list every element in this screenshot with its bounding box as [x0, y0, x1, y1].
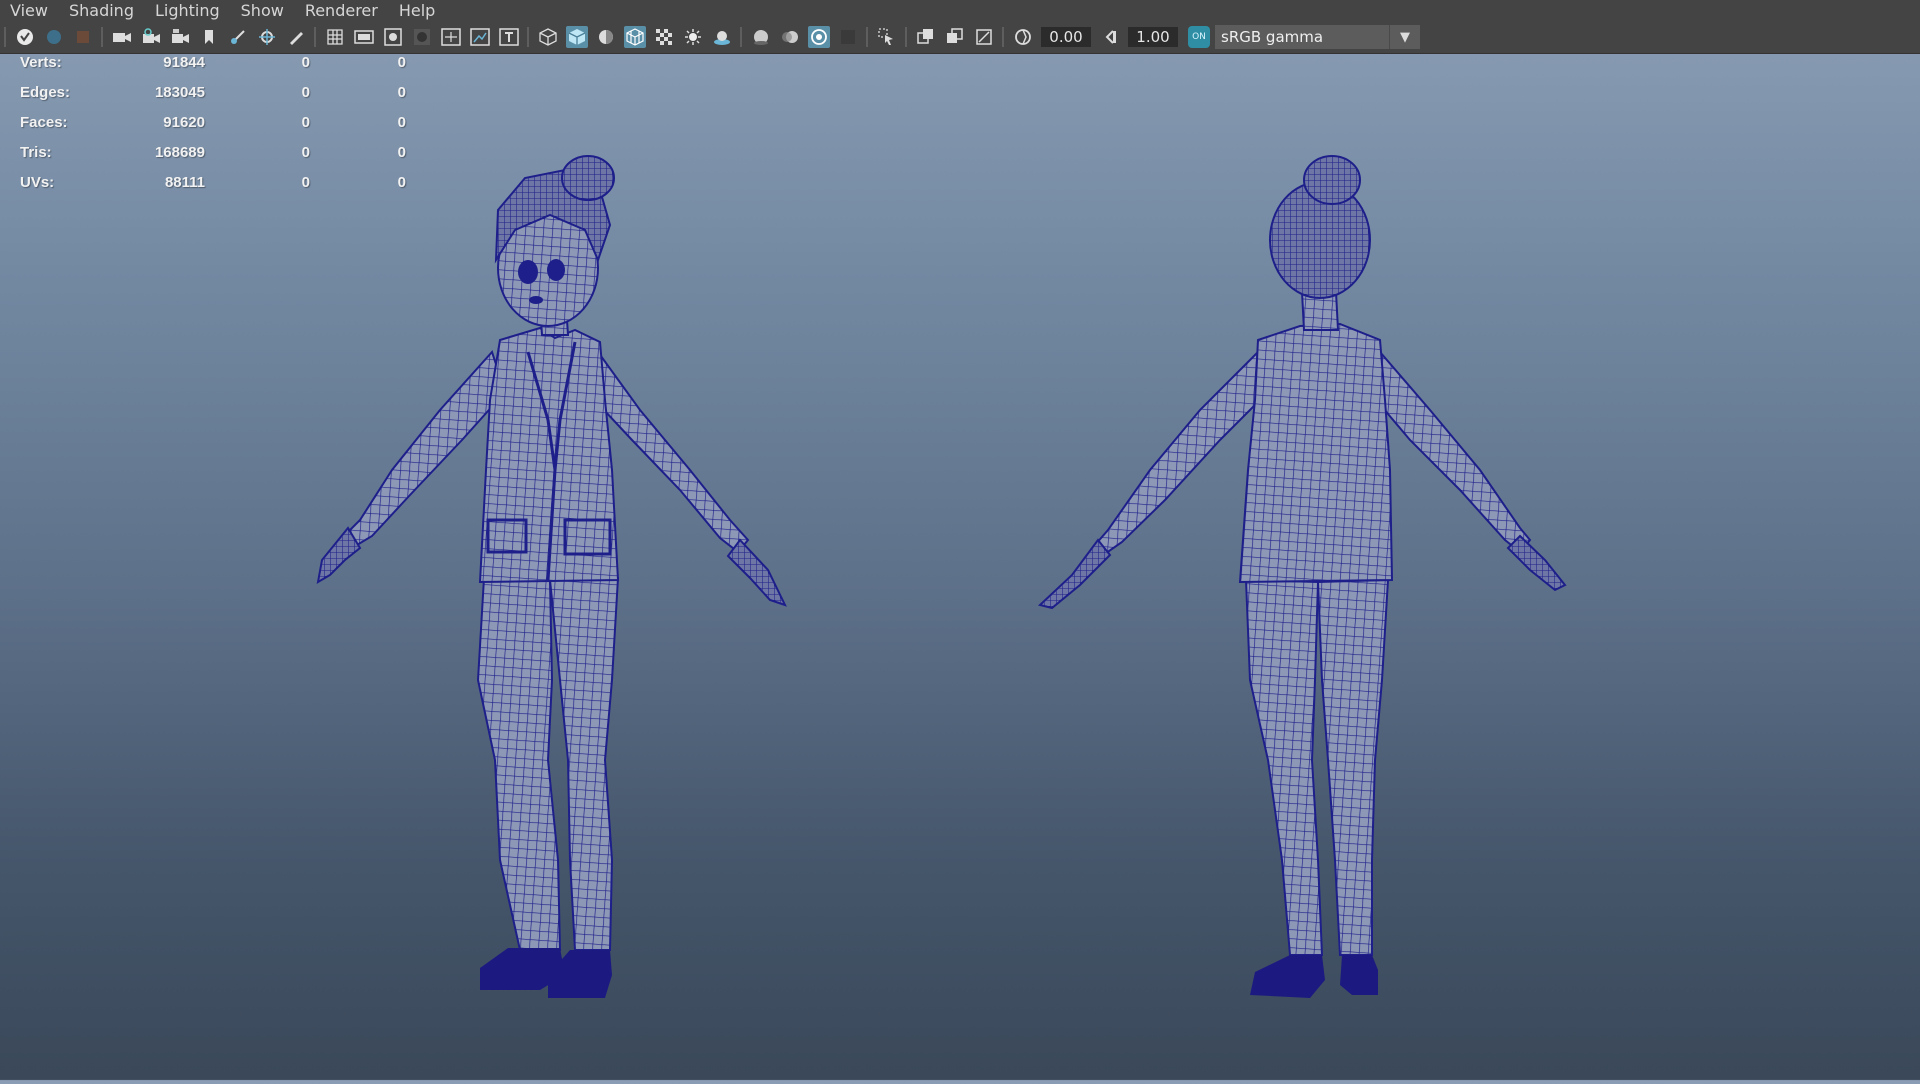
toolbar-separator	[314, 27, 316, 47]
poly-count-hud: Verts: 91844 0 0 Edges: 183045 0 0 Faces…	[20, 54, 406, 204]
menu-bar: View Shading Lighting Show Renderer Help	[0, 0, 1920, 21]
hud-value: 183045	[154, 84, 205, 101]
grease-pencil-icon[interactable]	[285, 26, 307, 48]
field-chart-icon[interactable]	[440, 26, 462, 48]
hud-value: 88111	[164, 174, 205, 191]
camera-icon[interactable]	[111, 26, 133, 48]
xray-joints-icon[interactable]	[973, 26, 995, 48]
hud-value: 0	[301, 54, 310, 71]
hud-value: 168689	[154, 144, 205, 161]
menu-lighting[interactable]: Lighting	[145, 0, 231, 21]
toolbar-separator	[905, 27, 907, 47]
viewport-scene	[316, 155, 1567, 998]
hud-value: 0	[397, 174, 406, 191]
menu-shading[interactable]: Shading	[59, 0, 145, 21]
hud-value: 0	[397, 114, 406, 131]
chevron-down-icon[interactable]: ▼	[1389, 25, 1420, 49]
default-material-icon[interactable]	[595, 26, 617, 48]
toolbar-separator	[101, 27, 103, 47]
character-model-back[interactable]	[1037, 155, 1567, 998]
hud-value: 0	[397, 144, 406, 161]
bookmark-icon[interactable]	[72, 26, 94, 48]
character-model-front[interactable]	[316, 155, 787, 998]
ambient-occlusion-icon[interactable]	[750, 26, 772, 48]
color-management-toggle[interactable]: ON	[1188, 26, 1210, 48]
toolbar-separator	[740, 27, 742, 47]
wireframe-on-shaded-icon[interactable]	[624, 26, 646, 48]
hud-row-faces: Faces: 91620 0 0	[20, 114, 406, 144]
image-plane-icon[interactable]	[227, 26, 249, 48]
film-gate-icon[interactable]	[353, 26, 375, 48]
gamma-icon[interactable]	[1099, 26, 1121, 48]
hud-row-verts: Verts: 91844 0 0	[20, 54, 406, 84]
hud-row-tris: Tris: 168689 0 0	[20, 144, 406, 174]
smooth-shade-icon[interactable]	[566, 26, 588, 48]
resolution-gate-icon[interactable]	[382, 26, 404, 48]
xray-active-components-icon[interactable]	[944, 26, 966, 48]
panel-toolbar: 0.00 1.00 ON sRGB gamma ▼	[0, 21, 1920, 54]
anti-aliasing-icon[interactable]	[808, 26, 830, 48]
hud-label: Faces:	[20, 114, 68, 131]
hud-value: 0	[301, 174, 310, 191]
hud-value: 0	[397, 84, 406, 101]
safe-title-icon[interactable]	[498, 26, 520, 48]
textured-icon[interactable]	[653, 26, 675, 48]
wireframe-mode-icon[interactable]	[537, 26, 559, 48]
toolbar-separator	[866, 27, 868, 47]
hud-label: Edges:	[20, 84, 71, 101]
toolbar-separator	[1002, 27, 1004, 47]
hud-value: 0	[301, 114, 310, 131]
xray-icon[interactable]	[915, 26, 937, 48]
hud-label: UVs:	[20, 174, 55, 191]
menu-renderer[interactable]: Renderer	[295, 0, 389, 21]
safe-action-icon[interactable]	[469, 26, 491, 48]
grid-icon[interactable]	[324, 26, 346, 48]
hud-label: Tris:	[20, 144, 52, 161]
exposure-icon[interactable]	[1012, 26, 1034, 48]
isolate-select-icon[interactable]	[876, 26, 898, 48]
menu-show[interactable]: Show	[231, 0, 295, 21]
lights-icon[interactable]	[682, 26, 704, 48]
hud-value: 91620	[163, 114, 205, 131]
2d-pan-zoom-icon[interactable]	[256, 26, 278, 48]
select-camera-icon[interactable]	[14, 26, 36, 48]
menu-view[interactable]: View	[0, 0, 59, 21]
3d-viewport[interactable]	[0, 54, 1920, 1080]
camera-film-icon[interactable]	[169, 26, 191, 48]
color-space-dropdown[interactable]: sRGB gamma	[1215, 25, 1389, 49]
gate-mask-icon[interactable]	[411, 26, 433, 48]
camera-attributes-icon[interactable]	[43, 26, 65, 48]
hud-label: Verts:	[20, 54, 62, 71]
hud-value: 0	[301, 144, 310, 161]
exposure-field[interactable]: 0.00	[1041, 27, 1091, 47]
shadows-icon[interactable]	[711, 26, 733, 48]
menu-help[interactable]: Help	[389, 0, 446, 21]
lock-camera-icon[interactable]	[140, 26, 162, 48]
depth-of-field-icon[interactable]	[837, 26, 859, 48]
hud-row-uvs: UVs: 88111 0 0	[20, 174, 406, 204]
motion-blur-icon[interactable]	[779, 26, 801, 48]
bookmark-flag-icon[interactable]	[198, 26, 220, 48]
toolbar-separator	[527, 27, 529, 47]
hud-value: 0	[301, 84, 310, 101]
toolbar-separator	[4, 27, 6, 47]
hud-row-edges: Edges: 183045 0 0	[20, 84, 406, 114]
hud-value: 0	[397, 54, 406, 71]
hud-value: 91844	[163, 54, 205, 71]
gamma-field[interactable]: 1.00	[1128, 27, 1178, 47]
